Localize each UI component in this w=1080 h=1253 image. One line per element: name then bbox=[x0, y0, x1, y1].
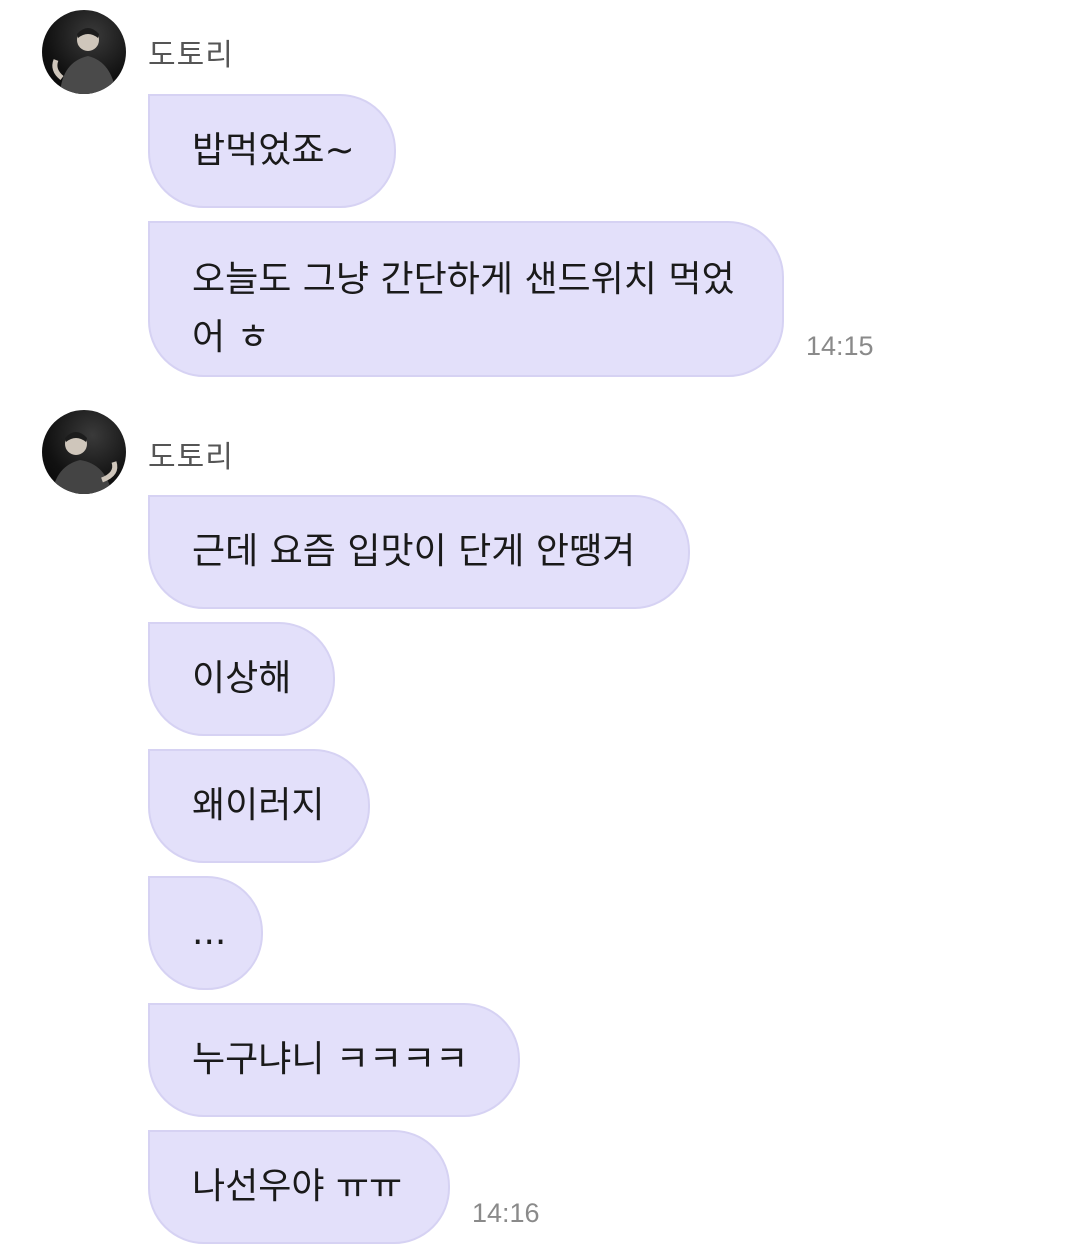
message-bubble[interactable]: 나선우야 ㅠㅠ bbox=[148, 1130, 450, 1244]
message-bubble[interactable]: 밥먹었죠~ bbox=[148, 94, 396, 208]
message-bubble[interactable]: ... bbox=[148, 876, 263, 990]
message-bubble[interactable]: 누구냐니 ㅋㅋㅋㅋ bbox=[148, 1003, 520, 1117]
message-timestamp: 14:15 bbox=[806, 331, 874, 361]
avatar[interactable] bbox=[42, 410, 126, 494]
sender-name: 도토리 bbox=[148, 38, 234, 73]
message-timestamp: 14:16 bbox=[472, 1198, 540, 1228]
message-bubble[interactable]: 이상해 bbox=[148, 622, 335, 736]
message-bubble[interactable]: 근데 요즘 입맛이 단게 안땡겨 bbox=[148, 495, 690, 609]
message-bubble[interactable]: 왜이러지 bbox=[148, 749, 370, 863]
sender-name: 도토리 bbox=[148, 440, 234, 475]
message-bubble[interactable]: 오늘도 그냥 간단하게 샌드위치 먹었어 ㅎ bbox=[148, 221, 784, 377]
avatar[interactable] bbox=[42, 10, 126, 94]
